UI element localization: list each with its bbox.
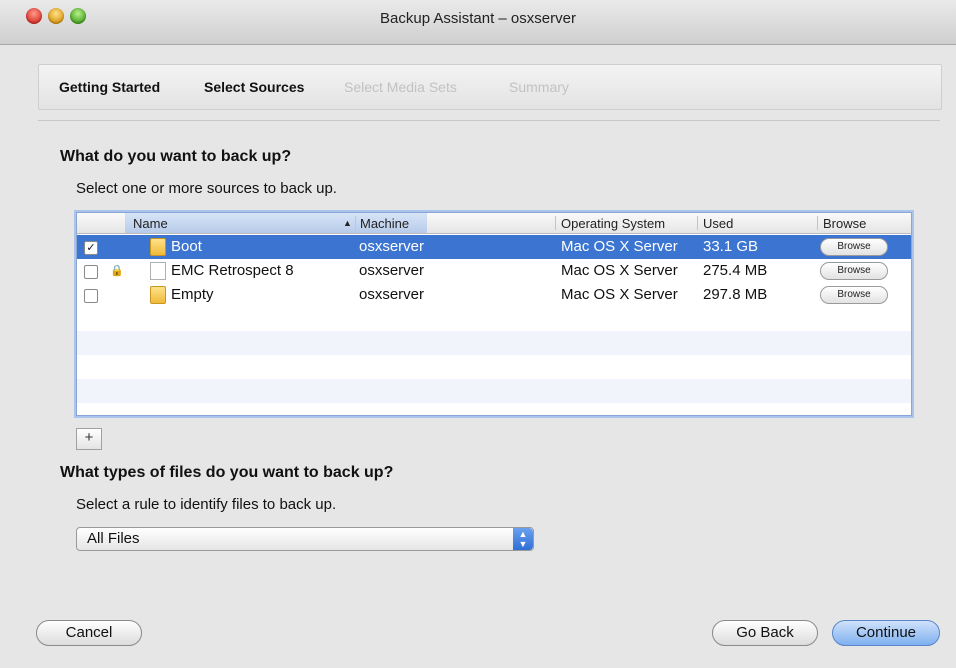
step-select-sources[interactable]: Select Sources [204,79,304,95]
column-divider [555,216,556,230]
rule-select-value: All Files [87,530,140,547]
lock-icon: 🔒 [110,265,124,277]
continue-button[interactable]: Continue [832,620,940,646]
source-os: Mac OS X Server [561,286,678,303]
add-source-button[interactable]: + [76,428,102,450]
chevron-up-down-icon: ▲ ▼ [513,528,533,550]
filetypes-heading: What types of files do you want to back … [60,464,394,481]
step-getting-started[interactable]: Getting Started [59,79,160,95]
folder-icon [150,238,166,256]
table-row[interactable]: ✓ Boot osxserver Mac OS X Server 33.1 GB… [77,235,911,259]
source-machine: osxserver [359,262,425,279]
browse-button[interactable]: Browse [820,286,888,304]
source-used: 275.4 MB [703,262,768,279]
source-name: Boot [171,238,202,255]
sources-subheading: Select one or more sources to back up. [76,180,337,197]
table-header: Name ▲ Machine Operating System Used Bro… [77,213,911,234]
sources-heading: What do you want to back up? [60,148,292,165]
source-name: EMC Retrospect 8 [171,262,294,279]
title-bar: Backup Assistant – osxserver [0,0,956,45]
column-header-browse: Browse [823,216,867,231]
source-name: Empty [171,286,214,303]
source-used: 33.1 GB [703,238,759,255]
table-row[interactable]: 🔒 EMC Retrospect 8 osxserver Mac OS X Se… [77,259,911,283]
column-header-name[interactable]: Name [133,216,168,231]
empty-row-stripe [77,331,911,355]
sort-ascending-icon: ▲ [343,218,352,228]
filetypes-subheading: Select a rule to identify files to back … [76,496,337,513]
column-divider [817,216,818,230]
backup-assistant-window: Backup Assistant – osxserver Getting Sta… [0,0,956,668]
source-os: Mac OS X Server [561,262,678,279]
step-select-media-sets: Select Media Sets [344,79,457,95]
sources-table[interactable]: Name ▲ Machine Operating System Used Bro… [76,212,912,416]
step-summary: Summary [509,79,569,95]
rule-select[interactable]: All Files ▲ ▼ [76,527,534,551]
step-navigation: Getting Started Select Sources Select Me… [38,64,942,110]
document-icon [150,262,166,280]
column-header-machine[interactable]: Machine [360,216,409,231]
source-checkbox[interactable] [84,265,98,279]
source-checkbox[interactable]: ✓ [84,241,98,255]
divider [38,120,940,121]
column-header-os[interactable]: Operating System [561,216,665,231]
table-row[interactable]: Empty osxserver Mac OS X Server 297.8 MB… [77,283,911,307]
go-back-button[interactable]: Go Back [712,620,818,646]
source-used: 297.8 MB [703,286,768,303]
column-divider [355,216,356,230]
source-os: Mac OS X Server [561,238,678,255]
source-machine: osxserver [359,286,425,303]
source-machine: osxserver [359,238,425,255]
browse-button[interactable]: Browse [820,238,888,256]
browse-button[interactable]: Browse [820,262,888,280]
column-divider [697,216,698,230]
source-checkbox[interactable] [84,289,98,303]
column-header-used[interactable]: Used [703,216,733,231]
cancel-button[interactable]: Cancel [36,620,142,646]
window-title: Backup Assistant – osxserver [380,10,576,27]
folder-icon [150,286,166,304]
empty-row-stripe [77,379,911,403]
